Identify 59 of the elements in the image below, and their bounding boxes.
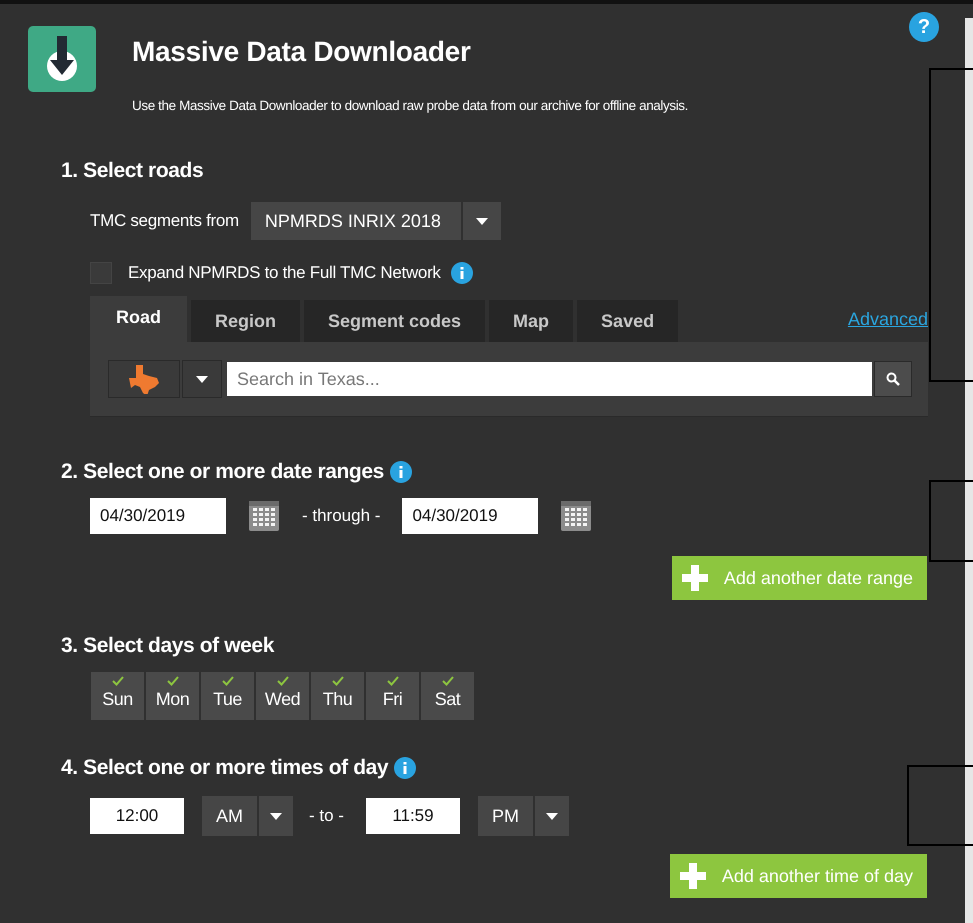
search-icon <box>886 372 900 386</box>
download-logo-icon <box>28 26 96 92</box>
section-heading: 2. Select one or more date ranges <box>61 460 384 484</box>
tab[interactable]: Road <box>90 296 187 342</box>
check-icon <box>332 676 344 686</box>
time-field[interactable]: 11:59 <box>366 798 460 834</box>
advanced-link[interactable]: Advanced <box>848 309 928 330</box>
date-field[interactable]: 04/30/2019 <box>402 498 538 534</box>
tab[interactable]: Map <box>489 300 574 342</box>
section-heading: 1. Select roads <box>61 159 204 183</box>
info-icon <box>394 757 416 779</box>
day-toggle[interactable]: Fri <box>366 672 419 720</box>
state-button[interactable] <box>108 360 180 398</box>
checkbox-label: Expand NPMRDS to the Full TMC Network <box>128 263 441 283</box>
dropdown-button[interactable] <box>534 796 569 836</box>
day-toggle[interactable]: Thu <box>311 672 364 720</box>
tab[interactable]: Region <box>191 300 300 342</box>
check-icon <box>222 676 234 686</box>
date-field[interactable]: 04/30/2019 <box>90 498 226 534</box>
day-toggle[interactable]: Sat <box>421 672 474 720</box>
separator-text: - through - <box>302 506 380 526</box>
dropdown-button[interactable] <box>462 202 501 240</box>
tab[interactable]: Segment codes <box>304 300 486 342</box>
calendar-icon <box>561 501 592 531</box>
search-field[interactable]: Search in Texas... <box>227 362 872 396</box>
day-toggle[interactable]: Mon <box>146 672 199 720</box>
caret-icon <box>546 812 558 820</box>
section-heading: 3. Select days of week <box>61 634 274 658</box>
tab[interactable]: Saved <box>577 300 678 342</box>
source-dropdown[interactable]: NPMRDS INRIX 2018 <box>250 202 461 240</box>
scrollbar[interactable] <box>965 18 973 923</box>
plus-icon <box>682 565 708 591</box>
check-icon <box>166 676 178 686</box>
separator-text: - to - <box>309 806 344 826</box>
time-field[interactable]: 12:00 <box>90 798 184 834</box>
texas-map-icon <box>128 364 160 394</box>
period-dropdown[interactable]: PM <box>478 796 533 836</box>
caret-icon <box>196 376 208 382</box>
description-text: Use the Massive Data Downloader to download raw probe data from our archive for offline analysis. <box>132 98 688 113</box>
field-label: TMC segments from <box>90 211 239 231</box>
day-toggle[interactable]: Tue <box>201 672 254 720</box>
caret-icon <box>270 812 282 820</box>
search-button[interactable] <box>874 361 912 397</box>
check-icon <box>442 676 454 686</box>
caret-icon <box>476 218 488 224</box>
day-toggle[interactable]: Wed <box>256 672 309 720</box>
calendar-icon <box>249 501 279 531</box>
check-icon <box>386 676 398 686</box>
period-dropdown[interactable]: AM <box>202 796 257 836</box>
plus-icon <box>680 863 706 889</box>
info-icon <box>390 461 412 483</box>
info-icon <box>450 262 473 284</box>
section-heading: 4. Select one or more times of day <box>61 756 388 780</box>
day-toggle[interactable]: Sun <box>91 672 144 720</box>
check-icon <box>276 676 288 686</box>
page-title: Massive Data Downloader <box>132 36 472 68</box>
dropdown-button[interactable] <box>259 796 293 836</box>
dropdown-button[interactable] <box>182 360 222 398</box>
check-icon <box>112 676 124 686</box>
